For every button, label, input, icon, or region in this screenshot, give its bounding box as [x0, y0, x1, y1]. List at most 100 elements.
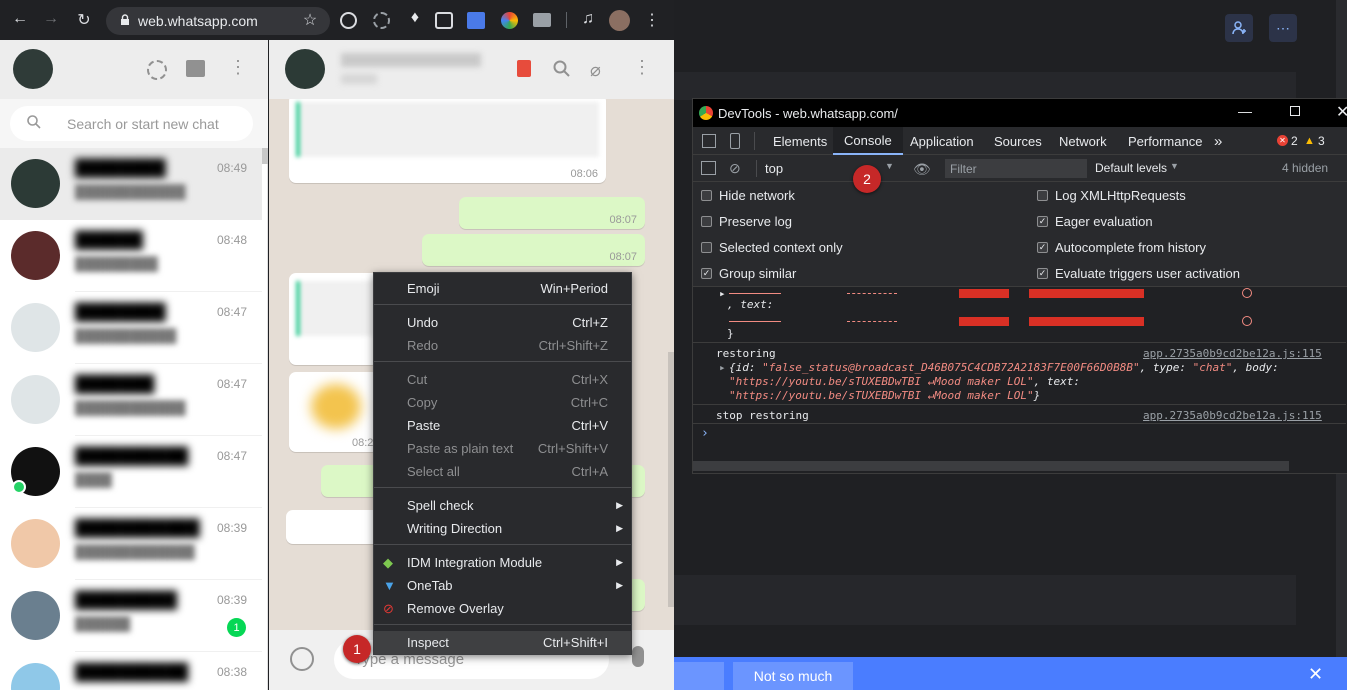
chat-list-item[interactable]: ██████████ ████ 08:47	[0, 436, 262, 508]
eye-icon[interactable]: 👁	[913, 161, 931, 178]
filter-input[interactable]: Filter	[945, 159, 1087, 178]
reload-icon[interactable]: ↻	[72, 10, 96, 30]
error-count[interactable]: 2	[1291, 127, 1298, 155]
emoji-icon[interactable]	[290, 647, 314, 671]
sidebar-menu-icon[interactable]: ⋮	[229, 57, 247, 78]
levels-dropdown[interactable]: Default levels	[1095, 161, 1167, 175]
new-chat-icon[interactable]	[186, 60, 205, 77]
tab-elements[interactable]: Elements	[773, 127, 827, 155]
source-link[interactable]: app.2735a0b9cd2be12a.js:115	[1143, 347, 1322, 360]
contact-avatar[interactable]	[285, 49, 325, 89]
contact-avatar	[11, 231, 60, 280]
menu-item-remove-overlay[interactable]: ⊘ Remove Overlay	[374, 597, 631, 620]
user-activation-checkbox[interactable]: ✓ Evaluate triggers user activation	[1037, 266, 1240, 281]
source-link[interactable]: app.2735a0b9cd2be12a.js:115	[1143, 409, 1322, 422]
menu-item-select-all[interactable]: Select all Ctrl+A	[374, 460, 631, 483]
expand-arrow-icon[interactable]: ▸	[719, 361, 726, 374]
chat-list-item[interactable]: ████████ ███████████ 08:47	[0, 292, 262, 364]
profile-avatar[interactable]	[609, 10, 630, 31]
autocomplete-checkbox[interactable]: ✓ Autocomplete from history	[1037, 240, 1206, 255]
delete-icon[interactable]	[517, 60, 531, 77]
media-icon[interactable]: ♫	[576, 10, 600, 28]
menu-item-writing-direction[interactable]: Writing Direction ▶	[374, 517, 631, 540]
menu-label: Emoji	[407, 281, 440, 296]
forward-icon[interactable]: →	[39, 10, 63, 28]
chat-list-item[interactable]: ███████████ █████████████ 08:39	[0, 508, 262, 580]
menu-item-undo[interactable]: Undo Ctrl+Z	[374, 311, 631, 334]
chat-list-item[interactable]: ████████ ████████████ 08:49	[0, 148, 262, 220]
menu-label: Select all	[407, 464, 460, 479]
preserve-log-checkbox[interactable]: Preserve log	[701, 214, 792, 229]
chat-list-item[interactable]: ██████ █████████ 08:48	[0, 220, 262, 292]
menu-item-copy[interactable]: Copy Ctrl+C	[374, 391, 631, 414]
camera-extension-icon[interactable]	[533, 13, 551, 27]
log-xhr-checkbox[interactable]: Log XMLHttpRequests	[1037, 188, 1186, 203]
menu-item-spell-check[interactable]: Spell check ▶	[374, 494, 631, 517]
eager-evaluation-checkbox[interactable]: ✓ Eager evaluation	[1037, 214, 1153, 229]
menu-icon[interactable]: ⋮	[640, 10, 664, 30]
gem-extension-icon[interactable]: ♦	[403, 9, 427, 27]
tab-network[interactable]: Network	[1059, 127, 1107, 155]
sync-extension-icon[interactable]	[373, 12, 390, 29]
hide-network-checkbox[interactable]: Hide network	[701, 188, 795, 203]
selected-context-checkbox[interactable]: Selected context only	[701, 240, 843, 255]
menu-separator	[374, 304, 631, 305]
more-icon[interactable]: ⋯	[1269, 14, 1297, 42]
menu-item-paste[interactable]: Paste Ctrl+V	[374, 414, 631, 437]
clear-console-icon[interactable]: ⊘	[729, 160, 741, 177]
menu-item-cut[interactable]: Cut Ctrl+X	[374, 368, 631, 391]
tab-console[interactable]: Console	[833, 127, 903, 155]
address-bar[interactable]: web.whatsapp.com	[106, 7, 330, 35]
scrollbar[interactable]	[668, 352, 674, 607]
close-icon[interactable]: ✕	[1308, 665, 1323, 683]
microphone-icon[interactable]	[632, 646, 644, 667]
console-arrow-icon[interactable]: ▸	[719, 287, 726, 300]
add-user-icon[interactable]	[1225, 14, 1253, 42]
bookmark-star-icon[interactable]: ☆	[298, 10, 322, 30]
tab-sources[interactable]: Sources	[994, 127, 1042, 155]
chat-list-item[interactable]: ███████ ████████████ 08:47	[0, 364, 262, 436]
chat-list-item[interactable]: ██████████ 08:38	[0, 652, 262, 690]
horizontal-scrollbar[interactable]	[693, 461, 1289, 471]
menu-item-onetab[interactable]: ▼ OneTab ▶	[374, 574, 631, 597]
device-toolbar-icon[interactable]	[730, 133, 740, 149]
inspect-element-icon[interactable]	[702, 134, 716, 148]
message-bubble: 08:06	[289, 99, 606, 183]
menu-item-paste-plain[interactable]: Paste as plain text Ctrl+Shift+V	[374, 437, 631, 460]
group-similar-checkbox[interactable]: ✓ Group similar	[701, 266, 796, 281]
sidebar-toggle-icon[interactable]	[701, 161, 716, 175]
globe-extension-icon[interactable]	[340, 12, 357, 29]
chat-list-item[interactable]: █████████ ██████ 08:39 1	[0, 580, 262, 652]
feedback-option-button[interactable]	[674, 662, 724, 690]
menu-item-inspect[interactable]: Inspect Ctrl+Shift+I	[374, 631, 631, 654]
user-avatar[interactable]	[13, 49, 53, 89]
search-input[interactable]: Search or start new chat	[10, 106, 253, 141]
tab-application[interactable]: Application	[910, 127, 974, 155]
message-bubble: 08:07	[422, 234, 645, 266]
attach-icon[interactable]: ⌀	[590, 60, 601, 81]
minimize-icon[interactable]: —	[1238, 103, 1252, 119]
scrollbar[interactable]	[262, 148, 268, 164]
message-time: 08:2	[352, 437, 374, 449]
close-icon[interactable]: ✕	[1336, 102, 1347, 122]
translate-extension-icon[interactable]	[467, 12, 485, 29]
warning-count[interactable]: 3	[1318, 127, 1325, 155]
status-icon[interactable]	[147, 60, 167, 80]
menu-item-idm[interactable]: ◆ IDM Integration Module ▶	[374, 551, 631, 574]
menu-item-redo[interactable]: Redo Ctrl+Shift+Z	[374, 334, 631, 357]
back-icon[interactable]: ←	[8, 10, 32, 28]
search-icon[interactable]	[553, 60, 571, 81]
console-object: {id: "false_status@broadcast_D46B075C4CD…	[729, 361, 1279, 374]
color-extension-icon[interactable]	[501, 12, 518, 29]
context-selector[interactable]: top	[765, 161, 783, 176]
console-prompt[interactable]: ›	[701, 426, 709, 441]
more-tabs-icon[interactable]: »	[1214, 127, 1222, 155]
menu-item-emoji[interactable]: Emoji Win+Period	[374, 277, 631, 300]
conversation-menu-icon[interactable]: ⋮	[633, 57, 651, 78]
checkbox-label: Evaluate triggers user activation	[1055, 266, 1240, 281]
not-so-much-button[interactable]: Not so much	[733, 662, 853, 690]
console-divider	[693, 423, 1346, 424]
tab-performance[interactable]: Performance	[1128, 127, 1202, 155]
maximize-icon[interactable]	[1290, 106, 1300, 116]
reader-extension-icon[interactable]	[435, 12, 453, 29]
